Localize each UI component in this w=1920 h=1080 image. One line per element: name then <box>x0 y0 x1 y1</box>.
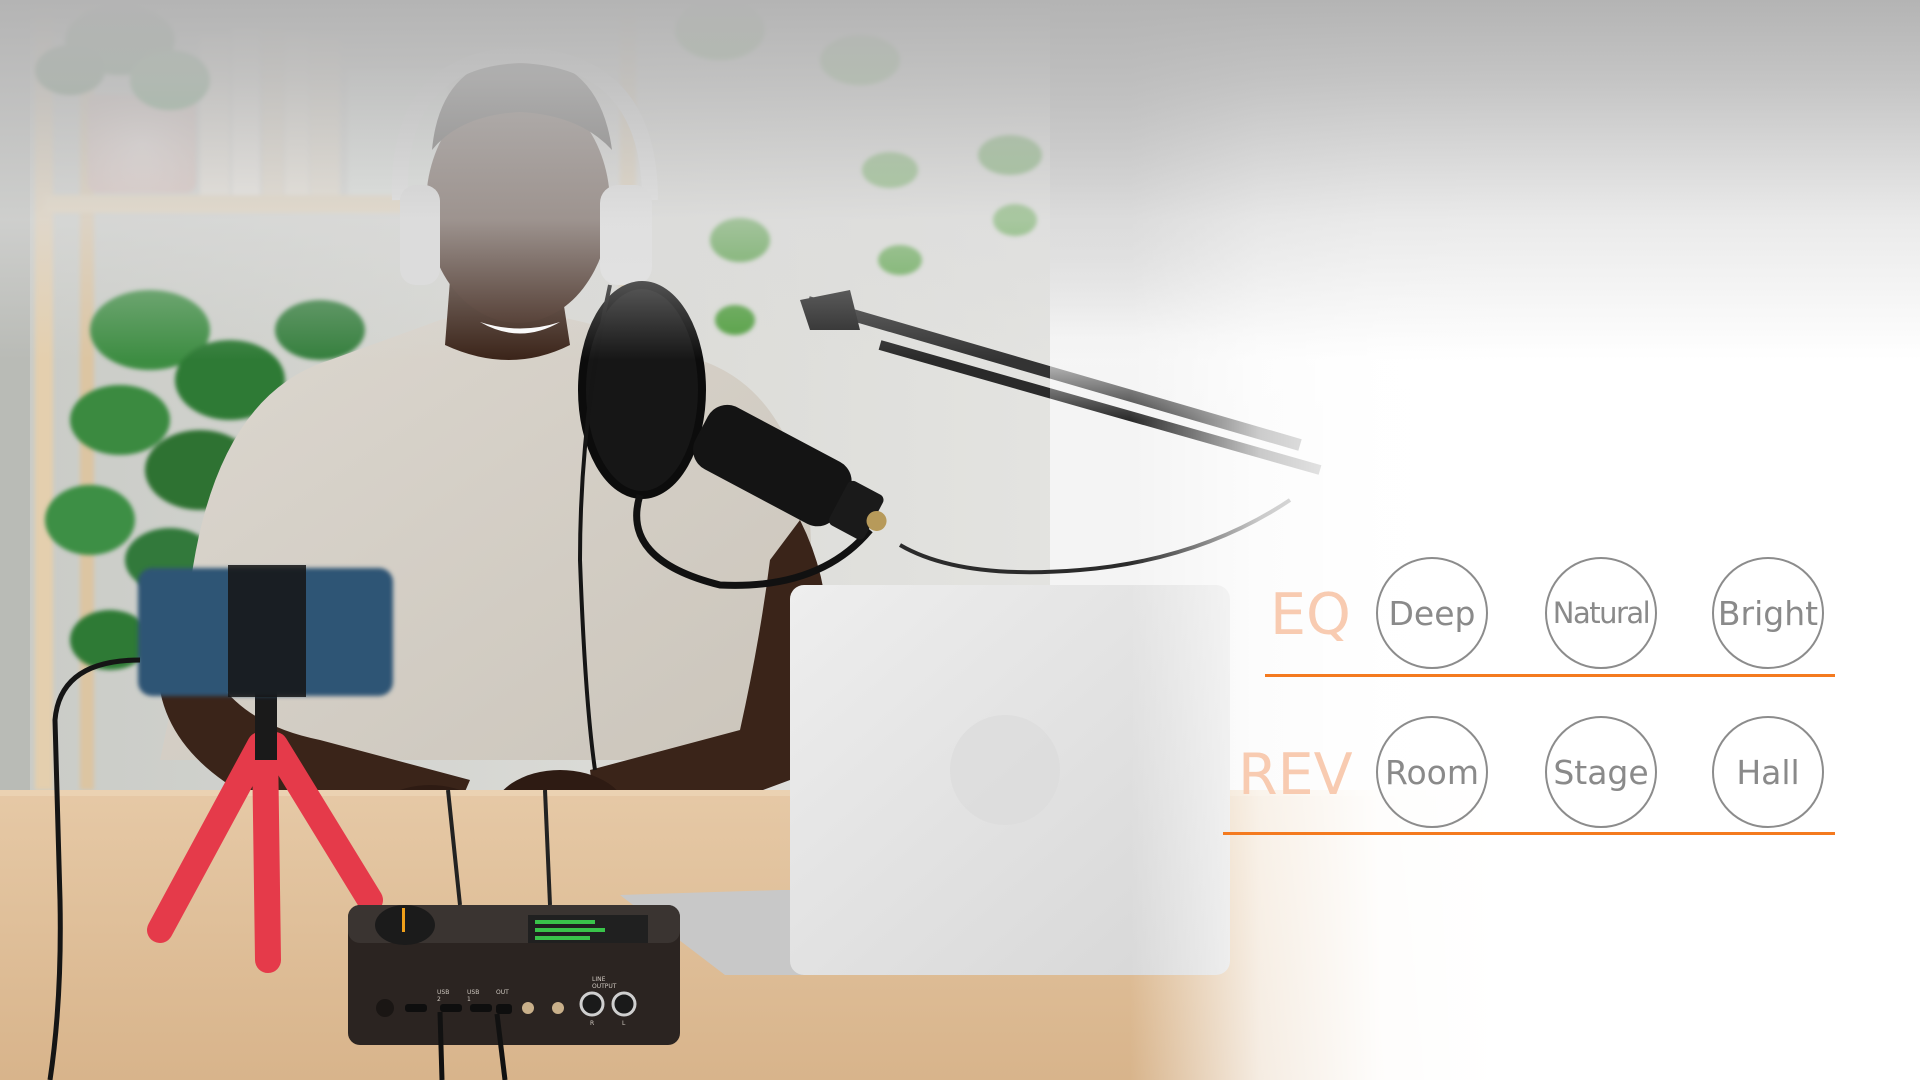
eq-label: EQ <box>1270 582 1351 648</box>
rev-option-hall[interactable]: Hall <box>1712 716 1824 828</box>
eq-option-deep[interactable]: Deep <box>1376 557 1488 669</box>
line-output-channel-l: L <box>622 1020 626 1027</box>
top-right-gray-fade <box>1050 0 1920 420</box>
port-label-out: OUT <box>496 989 509 996</box>
rev-option-stage[interactable]: Stage <box>1545 716 1657 828</box>
eq-divider <box>1265 674 1835 677</box>
line-output-channel-r: R <box>590 1020 595 1027</box>
port-label-usb2: USB 2 <box>437 989 450 1003</box>
rev-label: REV <box>1238 742 1353 808</box>
line-output-label: LINE OUTPUT <box>592 976 617 990</box>
rev-divider <box>1223 832 1835 835</box>
port-label-usb1: USB 1 <box>467 989 480 1003</box>
rev-option-room[interactable]: Room <box>1376 716 1488 828</box>
eq-option-natural[interactable]: Natural <box>1545 557 1657 669</box>
eq-option-bright[interactable]: Bright <box>1712 557 1824 669</box>
